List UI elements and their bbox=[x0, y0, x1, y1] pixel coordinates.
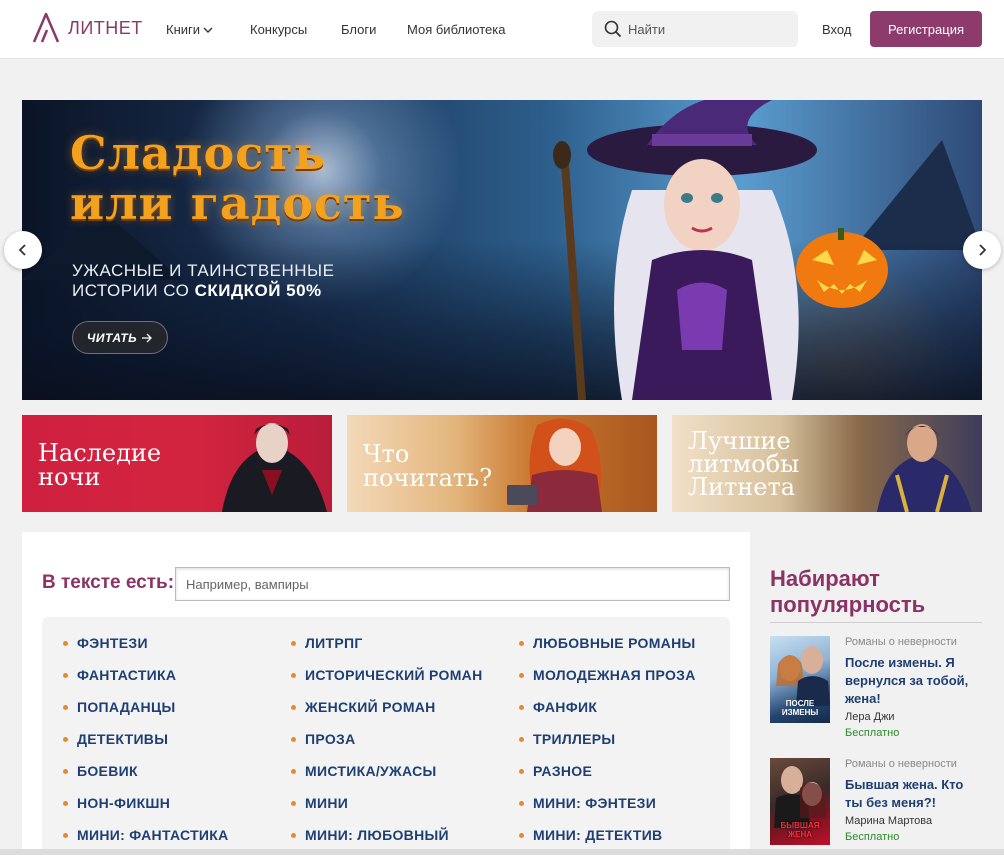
promo-card-chto-pochitat[interactable]: Что почитать? bbox=[347, 415, 657, 512]
genre-link[interactable]: ТРИЛЛЕРЫ bbox=[518, 731, 615, 747]
nav-blogs[interactable]: Блоги bbox=[341, 0, 376, 59]
hero-subtitle-line2: ИСТОРИИ СО СКИДКОЙ 50% bbox=[72, 281, 334, 301]
genre-link[interactable]: ЛИТРПГ bbox=[291, 635, 363, 651]
book-title-link[interactable]: Бывшая жена. Кто ты без меня?! bbox=[845, 776, 982, 812]
search-box bbox=[592, 11, 798, 47]
promo-title-line: Литнета bbox=[688, 473, 796, 501]
horizontal-scrollbar[interactable] bbox=[0, 849, 1004, 855]
nav-contests[interactable]: Конкурсы bbox=[250, 0, 307, 59]
search-in-text-input[interactable] bbox=[175, 567, 730, 601]
popular-book-card[interactable]: ПОСЛЕ ИЗМЕНЫ Романы о неверности После и… bbox=[770, 636, 982, 746]
divider bbox=[770, 622, 982, 623]
nav-library[interactable]: Моя библиотека bbox=[407, 0, 505, 59]
genre-link[interactable]: БОЕВИК bbox=[63, 763, 138, 779]
chevron-left-icon bbox=[18, 244, 26, 256]
hero-title: Сладость или гадость bbox=[70, 128, 405, 228]
promo-title-line: Наследие bbox=[38, 439, 162, 467]
hero-subtitle-plain: ИСТОРИИ СО bbox=[72, 281, 195, 300]
genre-link[interactable]: МИНИ: ФЭНТЕЗИ bbox=[518, 795, 656, 811]
nav-books[interactable]: Книги bbox=[166, 0, 213, 59]
genre-link[interactable]: ИСТОРИЧЕСКИЙ РОМАН bbox=[291, 667, 483, 683]
popular-book-card[interactable]: БЫВШАЯ ЖЕНА Романы о неверности Бывшая ж… bbox=[770, 758, 982, 855]
search-input[interactable] bbox=[628, 21, 778, 37]
arrow-right-icon bbox=[142, 333, 153, 342]
genre-link[interactable]: МИНИ bbox=[290, 795, 348, 811]
genre-link[interactable]: ПРОЗА bbox=[291, 731, 356, 747]
promo-title: Что почитать? bbox=[363, 442, 492, 490]
logo-text: ЛИТНЕТ bbox=[68, 17, 143, 38]
promo-title-line: ночи bbox=[38, 463, 101, 491]
search-icon bbox=[604, 20, 622, 38]
read-button-label: ЧИТАТЬ bbox=[86, 330, 138, 345]
book-price: Бесплатно bbox=[845, 727, 900, 739]
hero-banner[interactable]: Сладость или гадость УЖАСНЫЕ И ТАИНСТВЕН… bbox=[22, 100, 982, 400]
hero-title-line1: Сладость bbox=[70, 126, 326, 180]
promo-title: Наследие ночи bbox=[38, 441, 161, 489]
genre-link[interactable]: МИНИ: ЛЮБОВНЫЙ bbox=[291, 827, 449, 843]
book-cover[interactable]: ПОСЛЕ ИЗМЕНЫ bbox=[770, 636, 830, 723]
promo-title-line: Что bbox=[363, 440, 410, 468]
read-button[interactable]: ЧИТАТЬ bbox=[72, 321, 168, 354]
cover-caption: ПОСЛЕ ИЗМЕНЫ bbox=[781, 699, 819, 717]
prince-illustration bbox=[877, 424, 972, 512]
genre-link[interactable]: ФАНФИК bbox=[518, 699, 597, 715]
book-genre: Романы о неверности bbox=[845, 636, 957, 648]
hero-title-line2: или гадость bbox=[70, 176, 405, 230]
hero-subtitle-discount: СКИДКОЙ 50% bbox=[194, 281, 322, 300]
logo-icon bbox=[32, 13, 60, 43]
book-genre: Романы о неверности bbox=[845, 758, 957, 770]
book-price: Бесплатно bbox=[845, 831, 900, 843]
genre-link[interactable]: МИНИ: ДЕТЕКТИВ bbox=[518, 827, 662, 843]
genres-list: ФЭНТЕЗИ ФАНТАСТИКА ПОПАДАНЦЫ ДЕТЕКТИВЫ Б… bbox=[42, 617, 730, 855]
chevron-right-icon bbox=[979, 244, 987, 256]
promo-card-nasledie[interactable]: Наследие ночи bbox=[22, 415, 332, 512]
vampire-illustration bbox=[222, 423, 327, 512]
genre-link[interactable]: ФАНТАСТИКА bbox=[62, 667, 176, 683]
genre-link[interactable]: РАЗНОЕ bbox=[518, 763, 592, 779]
book-cover[interactable]: БЫВШАЯ ЖЕНА bbox=[770, 758, 830, 845]
book-title-link[interactable]: После измены. Я вернулся за тобой, жена! bbox=[845, 654, 982, 708]
logo[interactable]: ЛИТНЕТ bbox=[32, 13, 143, 43]
girl-reading-illustration bbox=[507, 418, 602, 512]
chevron-down-icon bbox=[203, 27, 213, 33]
carousel-prev-button[interactable] bbox=[4, 231, 42, 269]
book-author[interactable]: Лера Джи bbox=[845, 711, 895, 723]
search-in-text-label: В тексте есть: bbox=[42, 572, 175, 593]
login-link[interactable]: Вход bbox=[822, 0, 851, 59]
popular-section-title: Набирают популярность bbox=[770, 566, 926, 617]
genre-link[interactable]: МОЛОДЕЖНАЯ ПРОЗА bbox=[519, 667, 696, 683]
register-button[interactable]: Регистрация bbox=[870, 11, 982, 47]
nav-books-label: Книги bbox=[166, 22, 201, 37]
genre-link[interactable]: ДЕТЕКТИВЫ bbox=[62, 731, 168, 747]
genre-link[interactable]: НОН-ФИКШН bbox=[62, 795, 170, 811]
book-author[interactable]: Марина Мартова bbox=[845, 815, 932, 827]
genre-link[interactable]: МИСТИКА/УЖАСЫ bbox=[291, 763, 437, 779]
genres-panel: В тексте есть: ФЭНТЕЗИ ФАНТАСТИКА ПОПАДА… bbox=[22, 532, 750, 855]
site-header: ЛИТНЕТ Книги Конкурсы Блоги Моя библиоте… bbox=[0, 0, 1004, 59]
genre-link[interactable]: ЖЕНСКИЙ РОМАН bbox=[291, 699, 436, 715]
hero-subtitle-line1: УЖАСНЫЕ И ТАИНСТВЕННЫЕ bbox=[72, 261, 335, 280]
promo-title-line: почитать? bbox=[363, 464, 493, 492]
promo-card-litmoby[interactable]: Лучшие литмобы Литнета bbox=[672, 415, 982, 512]
hero-subtitle: УЖАСНЫЕ И ТАИНСТВЕННЫЕ ИСТОРИИ СО СКИДКО… bbox=[72, 261, 334, 301]
cover-caption: БЫВШАЯ ЖЕНА bbox=[780, 821, 820, 839]
promo-title: Лучшие литмобы Литнета bbox=[688, 429, 799, 501]
genre-link[interactable]: ЛЮБОВНЫЕ РОМАНЫ bbox=[519, 635, 696, 651]
genre-link[interactable]: ФЭНТЕЗИ bbox=[63, 635, 148, 651]
carousel-next-button[interactable] bbox=[963, 231, 1001, 269]
witch-illustration bbox=[553, 100, 888, 400]
genre-link[interactable]: ПОПАДАНЦЫ bbox=[62, 699, 175, 715]
genre-link[interactable]: МИНИ: ФАНТАСТИКА bbox=[63, 827, 229, 843]
